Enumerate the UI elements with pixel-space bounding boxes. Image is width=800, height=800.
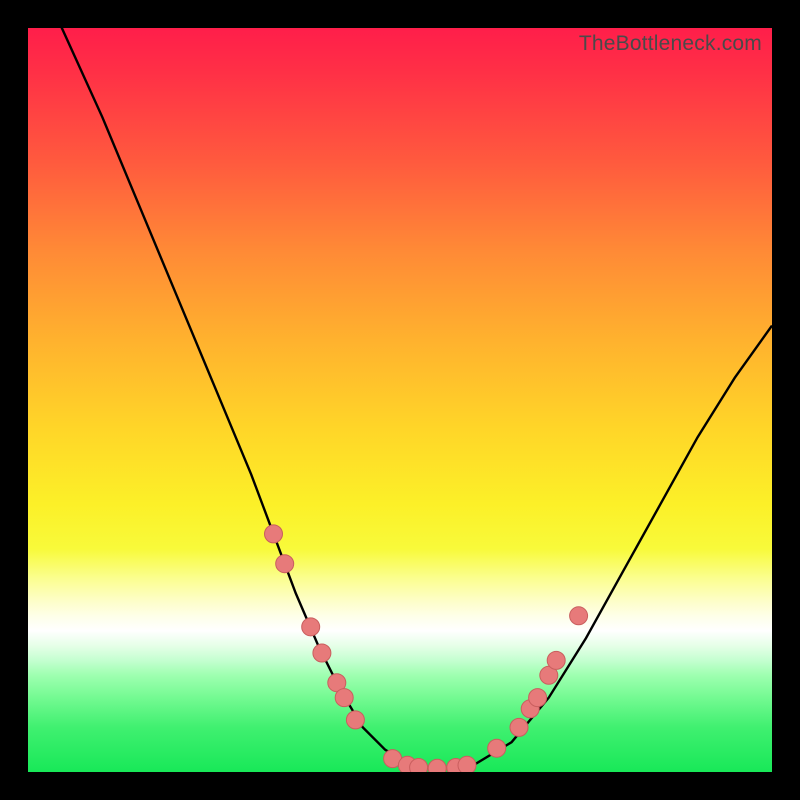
- marker-dot: [346, 711, 364, 729]
- marker-dot: [276, 555, 294, 573]
- marker-dot: [313, 644, 331, 662]
- bottleneck-plot: [28, 28, 772, 772]
- watermark-text: TheBottleneck.com: [579, 32, 762, 56]
- marker-dot: [488, 739, 506, 757]
- marker-group: [265, 525, 588, 772]
- marker-dot: [428, 759, 446, 772]
- marker-dot: [335, 689, 353, 707]
- marker-dot: [510, 718, 528, 736]
- chart-area: TheBottleneck.com: [28, 28, 772, 772]
- marker-dot: [265, 525, 283, 543]
- marker-dot: [410, 759, 428, 773]
- marker-dot: [570, 607, 588, 625]
- marker-dot: [547, 651, 565, 669]
- marker-dot: [302, 618, 320, 636]
- bottleneck-curve: [28, 28, 772, 768]
- marker-dot: [458, 756, 476, 772]
- marker-dot: [529, 689, 547, 707]
